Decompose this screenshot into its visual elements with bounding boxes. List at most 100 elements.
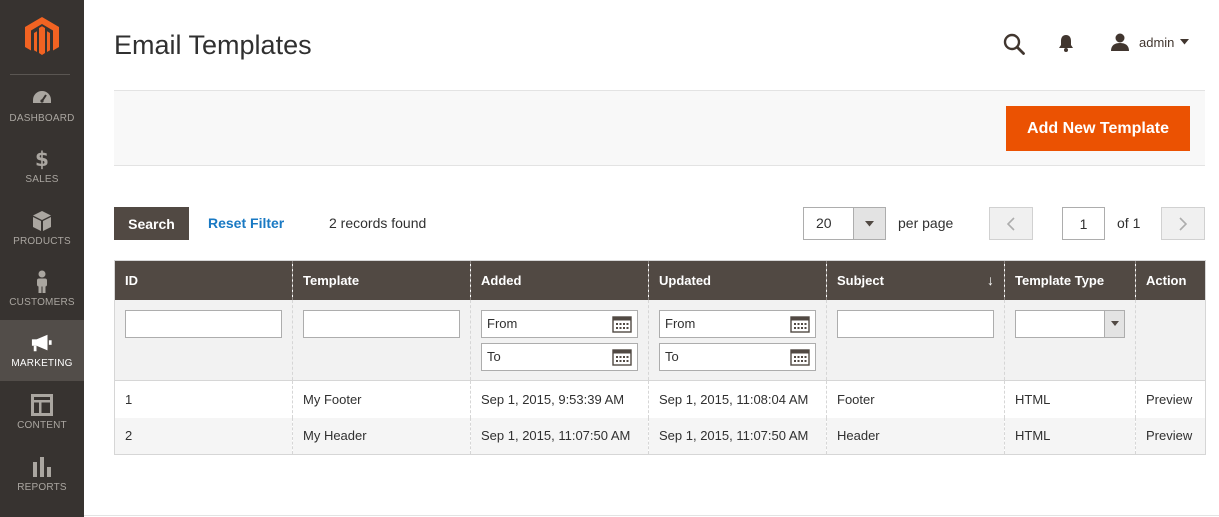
reset-filter-link[interactable]: Reset Filter: [208, 215, 284, 231]
filter-cell-updated: From To: [648, 299, 827, 381]
cell-template: My Footer: [292, 380, 471, 418]
magento-logo[interactable]: [0, 0, 84, 74]
logo-icon: [25, 17, 59, 55]
calendar-icon[interactable]: [612, 315, 632, 333]
per-page-select[interactable]: 20: [803, 207, 886, 240]
cell-template-type: HTML: [1004, 380, 1136, 418]
filter-cell-id: [114, 299, 293, 381]
sidebar-item-label: PRODUCTS: [13, 236, 71, 247]
sidebar-item-marketing[interactable]: MARKETING: [0, 320, 84, 381]
column-header-added[interactable]: Added: [470, 260, 649, 300]
calendar-icon[interactable]: [790, 348, 810, 366]
per-page-dropdown-toggle[interactable]: [853, 208, 885, 239]
current-page-input[interactable]: [1062, 207, 1105, 240]
next-page-button[interactable]: [1161, 207, 1205, 240]
chevron-left-icon: [1007, 216, 1015, 231]
date-placeholder: To: [487, 348, 501, 364]
box-icon: [31, 210, 53, 232]
sidebar: DASHBOARD $ SALES PRODUCTS CUSTOMERS MAR…: [0, 0, 84, 517]
cell-updated: Sep 1, 2015, 11:07:50 AM: [648, 417, 827, 455]
cell-template: My Header: [292, 417, 471, 455]
added-to-date-input[interactable]: To: [481, 342, 638, 371]
footer-divider: [84, 515, 1219, 516]
table-row[interactable]: 2 My Header Sep 1, 2015, 11:07:50 AM Sep…: [114, 417, 1206, 455]
total-pages-label: of 1: [1117, 215, 1141, 231]
sort-arrow-icon: ↓: [987, 272, 994, 288]
layout-icon: [31, 394, 53, 416]
cell-template-type: HTML: [1004, 417, 1136, 455]
column-header-updated[interactable]: Updated: [648, 260, 827, 300]
date-placeholder: From: [665, 315, 696, 331]
sidebar-item-label: CUSTOMERS: [9, 297, 75, 308]
preview-link[interactable]: Preview: [1135, 417, 1206, 455]
notifications-bell-icon[interactable]: [1056, 33, 1076, 53]
filter-cell-subject: [826, 299, 1005, 381]
column-header-template[interactable]: Template: [292, 260, 471, 300]
subject-filter-input[interactable]: [837, 309, 994, 338]
updated-from-date-input[interactable]: From: [659, 309, 816, 338]
user-icon: [1111, 33, 1129, 51]
id-filter-input[interactable]: [125, 309, 282, 338]
per-page-value: 20: [816, 215, 832, 231]
table-row[interactable]: 1 My Footer Sep 1, 2015, 9:53:39 AM Sep …: [114, 380, 1206, 418]
sidebar-item-dashboard[interactable]: DASHBOARD: [0, 75, 84, 136]
chevron-right-icon: [1179, 216, 1187, 231]
calendar-icon[interactable]: [612, 348, 632, 366]
sidebar-item-label: MARKETING: [11, 358, 73, 369]
template-filter-input[interactable]: [303, 309, 460, 338]
dollar-icon: $: [31, 148, 53, 170]
admin-username: admin: [1139, 34, 1175, 50]
column-header-id[interactable]: ID: [114, 260, 293, 300]
calendar-icon[interactable]: [790, 315, 810, 333]
filter-cell-action: [1135, 299, 1206, 381]
sidebar-item-label: CONTENT: [17, 420, 67, 431]
sidebar-item-reports[interactable]: REPORTS: [0, 444, 84, 505]
sidebar-item-content[interactable]: CONTENT: [0, 382, 84, 443]
caret-down-icon: [1180, 39, 1190, 45]
records-found-count: 2 records found: [329, 215, 427, 231]
sidebar-item-sales[interactable]: $ SALES: [0, 136, 84, 197]
updated-to-date-input[interactable]: To: [659, 342, 816, 371]
caret-down-icon: [865, 220, 874, 226]
person-icon: [31, 270, 53, 293]
email-templates-grid: ID Template Added Updated Subject ↓ Templ…: [114, 260, 1206, 455]
add-new-template-button[interactable]: Add New Template: [1006, 106, 1190, 151]
added-from-date-input[interactable]: From: [481, 309, 638, 338]
date-placeholder: To: [665, 348, 679, 364]
column-header-subject[interactable]: Subject ↓: [826, 260, 1005, 300]
cell-id: 1: [114, 380, 293, 418]
date-placeholder: From: [487, 315, 518, 331]
select-dropdown-toggle[interactable]: [1104, 310, 1124, 337]
cell-id: 2: [114, 417, 293, 455]
search-button[interactable]: Search: [114, 207, 189, 240]
grid-header-row: ID Template Added Updated Subject ↓ Templ…: [114, 260, 1206, 300]
column-header-template-type[interactable]: Template Type: [1004, 260, 1136, 300]
per-page-label: per page: [898, 215, 954, 231]
caret-down-icon: [1110, 321, 1119, 326]
column-header-label: Subject: [837, 272, 884, 288]
cell-updated: Sep 1, 2015, 11:08:04 AM: [648, 380, 827, 418]
cell-subject: Footer: [826, 380, 1005, 418]
svg-text:$: $: [35, 148, 49, 170]
sidebar-item-label: SALES: [25, 174, 59, 185]
cell-subject: Header: [826, 417, 1005, 455]
template-type-filter-select[interactable]: [1015, 309, 1125, 338]
admin-user-menu[interactable]: admin: [1110, 31, 1190, 53]
sidebar-item-products[interactable]: PRODUCTS: [0, 198, 84, 259]
preview-link[interactable]: Preview: [1135, 380, 1206, 418]
grid-filter-row: From To From To: [114, 299, 1206, 381]
bar-chart-icon: [31, 456, 53, 478]
previous-page-button[interactable]: [989, 207, 1033, 240]
sidebar-item-label: DASHBOARD: [9, 113, 75, 124]
filter-cell-added: From To: [470, 299, 649, 381]
megaphone-icon: [31, 332, 53, 354]
column-header-action: Action: [1135, 260, 1206, 300]
filter-cell-template: [292, 299, 471, 381]
search-icon[interactable]: [1002, 32, 1026, 56]
sidebar-item-label: REPORTS: [17, 482, 67, 493]
cell-added: Sep 1, 2015, 11:07:50 AM: [470, 417, 649, 455]
sidebar-item-customers[interactable]: CUSTOMERS: [0, 259, 84, 320]
filter-cell-template-type: [1004, 299, 1136, 381]
page-title: Email Templates: [114, 30, 312, 60]
cell-added: Sep 1, 2015, 9:53:39 AM: [470, 380, 649, 418]
